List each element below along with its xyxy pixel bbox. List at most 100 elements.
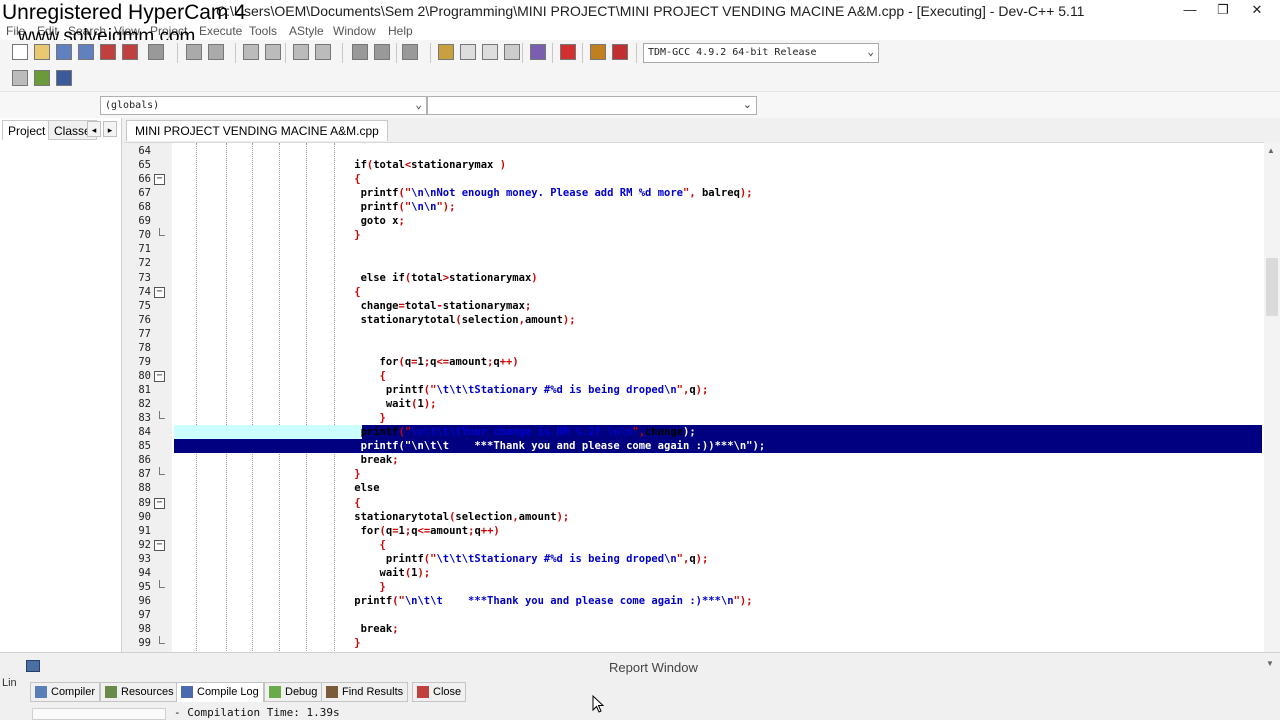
code-line[interactable]: 89− { — [124, 496, 1264, 510]
editor-tab-file[interactable]: MINI PROJECT VENDING MACINE A&M.cpp — [126, 120, 388, 141]
code-line[interactable]: 83 } — [124, 411, 1264, 425]
minimize-button[interactable]: — — [1173, 0, 1207, 20]
report-tab-find-results[interactable]: Find Results — [321, 682, 409, 702]
report-tab-resources[interactable]: Resources — [100, 682, 179, 702]
restore-button[interactable]: ❐ — [1206, 0, 1240, 20]
code-line[interactable]: 70 } — [124, 228, 1264, 242]
tab-scroll-right-icon[interactable]: ▸ — [103, 121, 117, 137]
bookmark-forward-icon[interactable] — [374, 44, 390, 60]
find-icon[interactable] — [243, 44, 259, 60]
compile-icon[interactable] — [438, 44, 454, 60]
run-icon[interactable] — [460, 44, 476, 60]
menu-execute[interactable]: Execute — [199, 24, 242, 38]
member-select[interactable]: ⌄ — [427, 96, 757, 115]
code-line[interactable]: 92− { — [124, 538, 1264, 552]
menu-astyle[interactable]: AStyle — [289, 24, 324, 38]
code-editor[interactable]: 64 65 if(total<stationarymax ) 66− {67 pri… — [124, 142, 1264, 652]
code-line[interactable]: 66− { — [124, 172, 1264, 186]
save-icon[interactable] — [56, 44, 72, 60]
check-syntax-icon[interactable] — [530, 44, 546, 60]
line-number: 73 — [138, 271, 151, 284]
bookmark-back-icon[interactable] — [352, 44, 368, 60]
menu-window[interactable]: Window — [333, 24, 376, 38]
code-line[interactable]: 94 wait(1); — [124, 566, 1264, 580]
code-line[interactable]: 97 — [124, 608, 1264, 622]
code-line[interactable]: 95 } — [124, 579, 1264, 594]
report-tab-label: Compile Log — [197, 686, 259, 698]
code-line[interactable]: 68 printf("\n\n"); — [124, 200, 1264, 214]
scroll-up-icon[interactable]: ▲ — [1267, 146, 1275, 155]
close-button[interactable]: ✕ — [1240, 0, 1274, 20]
fold-toggle-icon[interactable]: − — [154, 497, 165, 509]
scroll-down-icon[interactable]: ▼ — [1266, 659, 1274, 668]
line-number: 95 — [138, 580, 151, 593]
debug-run-icon[interactable] — [34, 70, 50, 86]
indent-icon[interactable] — [293, 44, 309, 60]
fold-toggle-icon[interactable]: − — [154, 539, 165, 551]
report-tab-compile-log[interactable]: Compile Log — [176, 682, 264, 702]
compiler-select[interactable]: TDM-GCC 4.9.2 64-bit Release ⌄ — [643, 43, 879, 63]
code-line[interactable]: 99 } — [124, 636, 1264, 650]
code-line[interactable]: 93 printf("\t\t\tStationary #%d is being… — [124, 552, 1264, 566]
new-file-icon[interactable] — [12, 44, 28, 60]
code-line[interactable]: 71 — [124, 242, 1264, 256]
toggle-icon[interactable] — [402, 44, 418, 60]
fold-toggle-icon[interactable]: − — [154, 286, 165, 298]
code-line[interactable]: 77 — [124, 327, 1264, 341]
code-line[interactable]: 82 wait(1); — [124, 397, 1264, 411]
code-text: stationarytotal(selection,amount); — [278, 510, 570, 523]
code-line[interactable]: 78 — [124, 341, 1264, 355]
code-line[interactable]: 65 if(total<stationarymax ) — [124, 158, 1264, 172]
undo-icon[interactable] — [186, 44, 202, 60]
stop-icon[interactable] — [560, 44, 576, 60]
code-line[interactable]: 86 break; — [124, 453, 1264, 467]
code-line[interactable]: 67 printf("\n\nNot enough money. Please … — [124, 186, 1264, 200]
code-line[interactable]: 84 printf("\n\t\t\tYour change is RM %.2… — [124, 425, 1264, 439]
code-line[interactable]: 88 else — [124, 481, 1264, 495]
fold-toggle-icon[interactable]: − — [154, 174, 165, 186]
fold-toggle-icon[interactable]: − — [154, 370, 165, 382]
code-line[interactable]: 72 — [124, 256, 1264, 270]
code-line[interactable]: 79 for(q=1;q<=amount;q++) — [124, 355, 1264, 369]
code-line[interactable]: 85 printf("\n\t\t ***Thank you and pleas… — [124, 439, 1264, 453]
tab-scroll-left-icon[interactable]: ◂ — [87, 121, 101, 137]
profile-icon[interactable] — [612, 44, 628, 60]
report-tab-debug[interactable]: Debug — [264, 682, 323, 702]
compile-run-icon[interactable] — [482, 44, 498, 60]
code-line[interactable]: 87 } — [124, 467, 1264, 481]
save-all-icon[interactable] — [78, 44, 94, 60]
redo-icon[interactable] — [208, 44, 224, 60]
code-line[interactable]: 81 printf("\t\t\tStationary #%d is being… — [124, 383, 1264, 397]
code-text: break; — [278, 454, 399, 467]
scrollbar-thumb[interactable] — [1266, 258, 1278, 316]
chart-icon[interactable] — [590, 44, 606, 60]
report-tab-close[interactable]: Close — [412, 682, 467, 702]
rebuild-icon[interactable] — [504, 44, 520, 60]
menu-help[interactable]: Help — [388, 24, 413, 38]
replace-icon[interactable] — [265, 44, 281, 60]
code-line[interactable]: 69 goto x; — [124, 214, 1264, 228]
debug-step-icon[interactable] — [12, 70, 28, 86]
code-line[interactable]: 74− { — [124, 285, 1264, 299]
open-icon[interactable] — [34, 44, 50, 60]
close-all-icon[interactable] — [122, 44, 138, 60]
report-tab-compiler[interactable]: Compiler — [30, 682, 101, 702]
vertical-scrollbar[interactable]: ▲ — [1264, 142, 1280, 652]
code-line[interactable]: 91 for(q=1;q<=amount;q++) — [124, 524, 1264, 538]
code-line[interactable]: 64 — [124, 144, 1264, 158]
code-line[interactable]: 76 stationarytotal(selection,amount); — [124, 313, 1264, 327]
unindent-icon[interactable] — [315, 44, 331, 60]
menu-tools[interactable]: Tools — [249, 24, 277, 38]
code-line[interactable]: 96 printf("\n\t\t ***Thank you and pleas… — [124, 594, 1264, 608]
print-icon[interactable] — [148, 44, 164, 60]
tab-project[interactable]: Project — [2, 120, 52, 140]
close-icon[interactable] — [100, 44, 116, 60]
code-line[interactable]: 98 break; — [124, 622, 1264, 636]
debug-stop-icon[interactable] — [56, 70, 72, 86]
code-line[interactable]: 73 else if(total>stationarymax) — [124, 271, 1264, 285]
code-line[interactable]: 90 stationarytotal(selection,amount); — [124, 510, 1264, 524]
code-line[interactable]: 75 change=total-stationarymax; — [124, 299, 1264, 313]
code-text: printf("\n\t\t ***Thank you and please c… — [278, 594, 753, 607]
code-line[interactable]: 80− { — [124, 369, 1264, 383]
scope-select[interactable]: (globals) ⌄ — [100, 96, 427, 115]
